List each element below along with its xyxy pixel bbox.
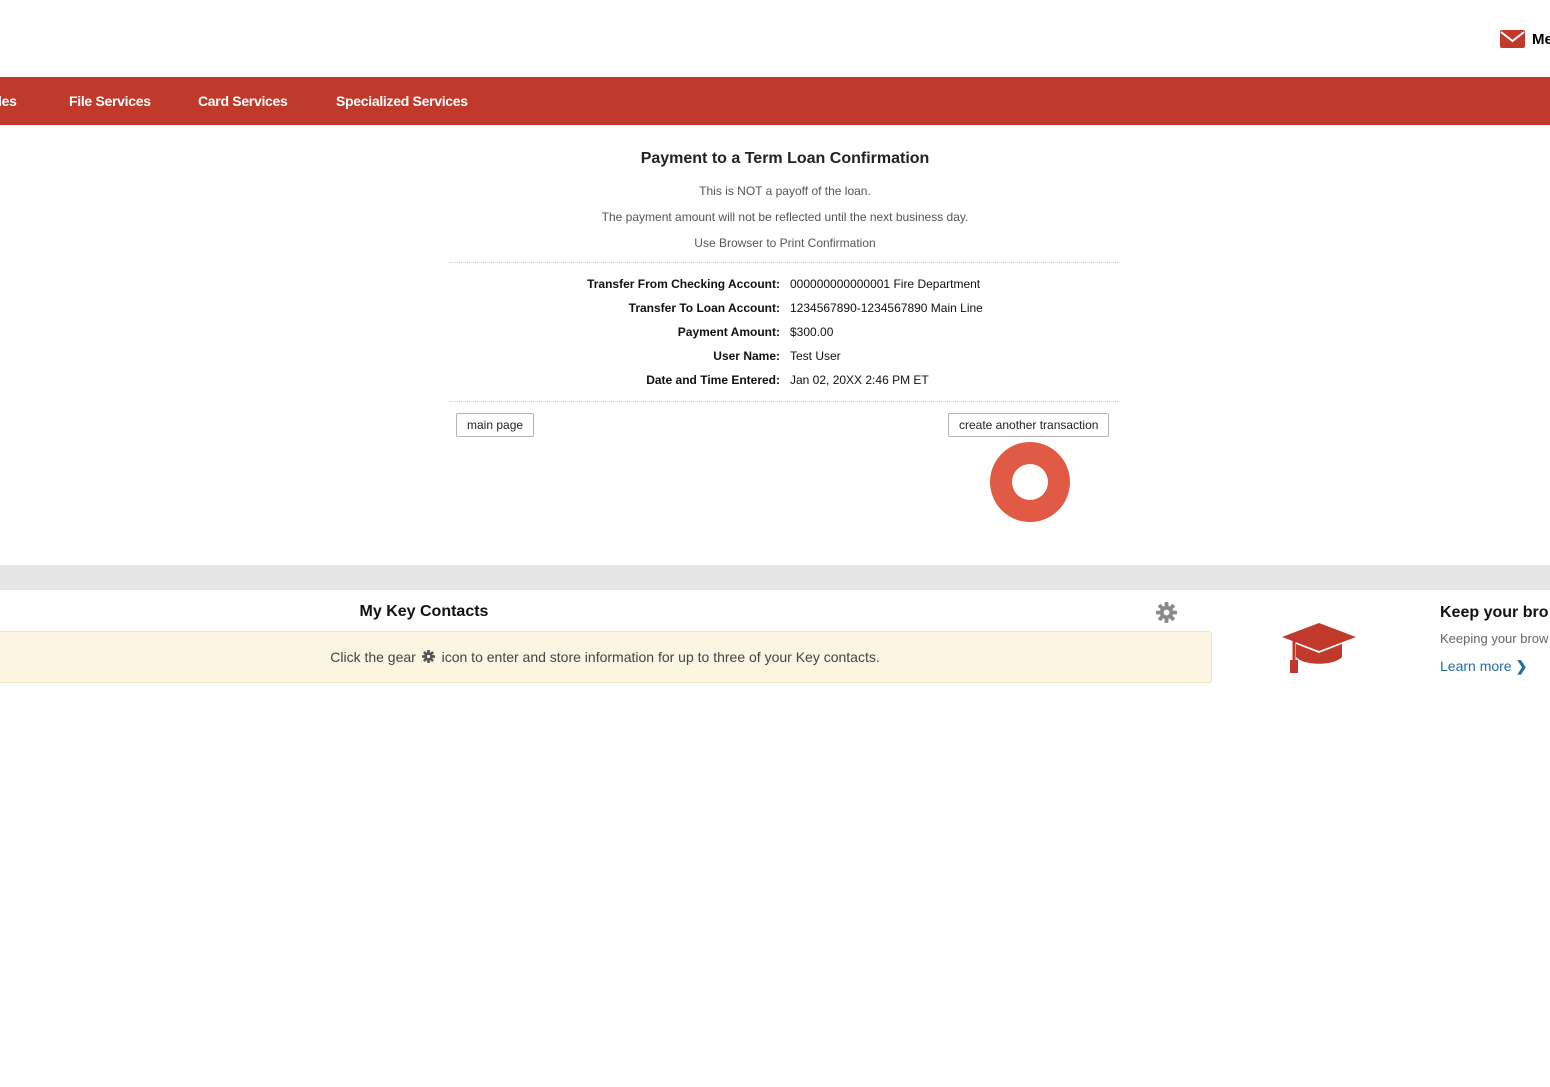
- click-indicator: [990, 442, 1070, 522]
- business-day-note: The payment amount will not be reflected…: [601, 210, 969, 224]
- detail-row: User Name: Test User: [450, 344, 1120, 368]
- detail-label: User Name:: [713, 349, 780, 363]
- learn-more-link[interactable]: Learn more ❯: [1440, 658, 1527, 675]
- divider: [450, 401, 1120, 402]
- learn-more-label: Learn more: [1440, 658, 1512, 674]
- top-header: Me: [0, 0, 1550, 77]
- from-account-value: 000000000000001 Fire Department: [790, 277, 981, 291]
- date-entered-value: Jan 02, 20XX 2:46 PM ET: [790, 373, 929, 387]
- detail-label: Payment Amount:: [677, 325, 780, 339]
- nav-item-card-services[interactable]: Card Services: [198, 77, 288, 125]
- page: Me les File Services Card Services Speci…: [0, 0, 1550, 1087]
- detail-row: Transfer To Loan Account: 1234567890-123…: [450, 296, 1120, 320]
- main-nav: les File Services Card Services Speciali…: [0, 77, 1550, 125]
- user-name-value: Test User: [790, 349, 841, 363]
- main-page-button[interactable]: main page: [456, 413, 535, 437]
- gear-icon: [421, 650, 435, 663]
- to-account-value: 1234567890-1234567890 Main Line: [790, 301, 983, 315]
- nav-item-specialized-services[interactable]: Specialized Services: [336, 77, 468, 125]
- section-divider-band: [0, 565, 1550, 590]
- messages-label: Me: [1532, 30, 1550, 48]
- detail-row: Transfer From Checking Account: 00000000…: [450, 272, 1120, 296]
- payment-amount-value: $300.00: [790, 325, 834, 339]
- key-contacts-text-start: Click the gear: [330, 649, 416, 665]
- create-another-transaction-button[interactable]: create another transaction: [948, 413, 1110, 437]
- page-title: Payment to a Term Loan Confirmation: [640, 150, 930, 167]
- key-contacts-title: My Key Contacts: [359, 603, 489, 620]
- not-payoff-note: This is NOT a payoff of the loan.: [699, 184, 871, 198]
- promo-subtitle: Keeping your brow: [1440, 631, 1549, 646]
- detail-label: Date and Time Entered:: [646, 373, 780, 387]
- detail-row: Date and Time Entered: Jan 02, 20XX 2:46…: [450, 368, 1120, 392]
- promo-title: Keep your bro: [1440, 604, 1549, 621]
- chevron-right-icon: ❯: [1515, 658, 1528, 674]
- detail-label: Transfer To Loan Account:: [628, 301, 780, 315]
- gear-icon[interactable]: [1155, 601, 1178, 624]
- key-contacts-text-end: icon to enter and store information for …: [441, 649, 880, 665]
- confirmation-panel: Payment to a Term Loan Confirmation This…: [450, 140, 1120, 402]
- print-note: Use Browser to Print Confirmation: [694, 236, 876, 250]
- nav-item-file-services[interactable]: File Services: [69, 77, 151, 125]
- detail-label: Transfer From Checking Account:: [587, 277, 780, 291]
- nav-item-tables[interactable]: les: [0, 77, 17, 125]
- transaction-details: Transfer From Checking Account: 00000000…: [450, 263, 1120, 401]
- graduation-cap-icon: [1282, 623, 1356, 673]
- detail-row: Payment Amount: $300.00: [450, 320, 1120, 344]
- messages-link[interactable]: Me: [1500, 29, 1550, 49]
- envelope-icon: [1500, 30, 1525, 48]
- key-contacts-message: Click the gear icon to enter and store i…: [0, 631, 1212, 683]
